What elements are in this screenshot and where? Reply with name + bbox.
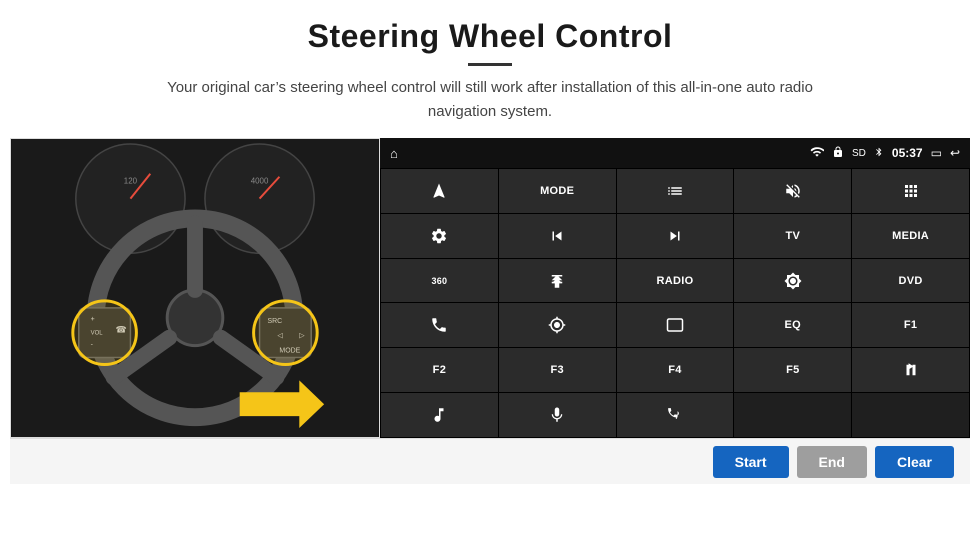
page: Steering Wheel Control Your original car… <box>0 0 980 544</box>
wifi-icon <box>810 145 824 162</box>
btn-gps[interactable] <box>499 303 616 347</box>
btn-360cam[interactable]: 360 <box>381 259 498 303</box>
steering-wheel-image: 120 4000 + VOL <box>10 138 380 438</box>
svg-text:120: 120 <box>124 177 138 186</box>
screen-icon: ▭ <box>931 146 942 160</box>
statusbar-right: SD 05:37 ▭ ↩ <box>810 145 960 162</box>
title-divider <box>468 63 512 66</box>
btn-f1[interactable]: F1 <box>852 303 969 347</box>
btn-music[interactable] <box>381 393 498 437</box>
btn-prev[interactable] <box>499 214 616 258</box>
btn-phone[interactable] <box>381 303 498 347</box>
bottom-bar: Start End Clear <box>10 438 970 484</box>
page-title: Steering Wheel Control <box>308 18 673 55</box>
btn-mic[interactable] <box>499 393 616 437</box>
sd-icon: SD <box>852 148 866 159</box>
btn-empty-2 <box>852 393 969 437</box>
btn-eject[interactable] <box>499 259 616 303</box>
btn-phone-sound[interactable]: / <box>617 393 734 437</box>
btn-radio[interactable]: RADIO <box>617 259 734 303</box>
btn-aspect[interactable] <box>617 303 734 347</box>
lock-icon <box>832 145 844 162</box>
btn-dvd[interactable]: DVD <box>852 259 969 303</box>
btn-mode[interactable]: MODE <box>499 169 616 213</box>
btn-f5[interactable]: F5 <box>734 348 851 392</box>
start-button[interactable]: Start <box>713 446 789 478</box>
btn-media[interactable]: MEDIA <box>852 214 969 258</box>
button-grid: MODE <box>380 168 970 438</box>
svg-text:/: / <box>676 414 678 421</box>
btn-next[interactable] <box>617 214 734 258</box>
bluetooth-icon <box>874 145 884 162</box>
status-bar: ⌂ SD 05:37 ▭ ↩ <box>380 138 970 168</box>
content-row: 120 4000 + VOL <box>10 138 970 438</box>
btn-eq[interactable]: EQ <box>734 303 851 347</box>
back-icon[interactable]: ↩ <box>950 146 960 160</box>
btn-playpause[interactable] <box>852 348 969 392</box>
clear-button[interactable]: Clear <box>875 446 954 478</box>
btn-apps[interactable] <box>852 169 969 213</box>
home-icon[interactable]: ⌂ <box>390 146 398 161</box>
btn-tv[interactable]: TV <box>734 214 851 258</box>
page-subtitle: Your original car’s steering wheel contr… <box>150 76 830 124</box>
time-display: 05:37 <box>892 146 923 160</box>
btn-f3[interactable]: F3 <box>499 348 616 392</box>
head-unit-panel: ⌂ SD 05:37 ▭ ↩ <box>380 138 970 438</box>
btn-brightness[interactable] <box>734 259 851 303</box>
btn-f2[interactable]: F2 <box>381 348 498 392</box>
btn-navigate[interactable] <box>381 169 498 213</box>
statusbar-left: ⌂ <box>390 146 398 161</box>
btn-empty-1 <box>734 393 851 437</box>
btn-mute[interactable] <box>734 169 851 213</box>
btn-settings[interactable] <box>381 214 498 258</box>
end-button[interactable]: End <box>797 446 867 478</box>
btn-list[interactable] <box>617 169 734 213</box>
btn-f4[interactable]: F4 <box>617 348 734 392</box>
svg-text:4000: 4000 <box>251 177 269 186</box>
